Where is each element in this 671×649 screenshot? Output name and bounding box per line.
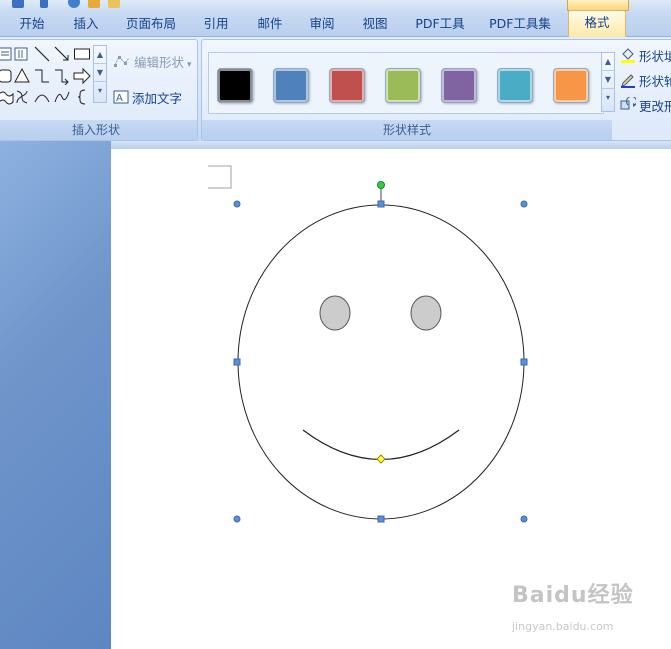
- tab-references[interactable]: 引用: [196, 12, 236, 36]
- print-icon[interactable]: [108, 0, 120, 8]
- ribbon-tabs: 开始 插入 页面布局 引用 邮件 审阅 视图 PDF工具 PDF工具集 格式: [0, 10, 671, 37]
- scroll-up-icon[interactable]: ▲: [94, 46, 106, 64]
- change-shape-button[interactable]: 更改形: [620, 96, 671, 118]
- tab-insert[interactable]: 插入: [66, 12, 106, 36]
- selection-handle-bottom-left[interactable]: [233, 515, 241, 523]
- save-icon[interactable]: [12, 0, 24, 8]
- shape-styles-group-label: 形状样式: [202, 120, 612, 140]
- shapes-gallery-scrollbar[interactable]: ▲ ▼ ▾: [93, 45, 107, 103]
- shape-outline-label: 形状轮: [639, 74, 671, 89]
- left-brace-shape-icon[interactable]: [73, 88, 91, 106]
- folder-icon[interactable]: [88, 0, 100, 8]
- paint-bucket-icon: [620, 47, 636, 68]
- undo-icon[interactable]: [40, 0, 48, 8]
- baidu-watermark: Baidu经验: [512, 583, 634, 608]
- style-gallery-scrollbar[interactable]: ▲ ▼ ▾: [601, 52, 615, 112]
- arc-shape-icon[interactable]: [33, 88, 51, 106]
- tab-pdf-toolset[interactable]: PDF工具集: [484, 12, 556, 36]
- margin-corner-mark: [208, 165, 232, 189]
- rotate-handle[interactable]: [377, 181, 385, 189]
- selection-handle-bottom-right[interactable]: [520, 515, 528, 523]
- change-shape-label: 更改形: [639, 99, 671, 114]
- shape-style-swatch[interactable]: [441, 68, 477, 103]
- shape-style-swatch[interactable]: [497, 68, 533, 103]
- selection-handle-left[interactable]: [233, 358, 241, 366]
- scroll-down-icon[interactable]: ▼: [602, 71, 614, 89]
- rectangle-shape-icon[interactable]: [73, 45, 91, 63]
- selection-handle-bottom[interactable]: [377, 515, 385, 523]
- tab-home[interactable]: 开始: [12, 12, 52, 36]
- pencil-icon: [620, 72, 636, 93]
- elbow-connector-shape-icon[interactable]: [33, 67, 51, 85]
- svg-text:A: A: [116, 93, 123, 104]
- selection-handle-top[interactable]: [377, 200, 385, 208]
- shape-style-swatch[interactable]: [385, 68, 421, 103]
- tab-format[interactable]: 格式: [568, 10, 626, 37]
- selection-handle-top-right[interactable]: [520, 200, 528, 208]
- change-shape-icon: [620, 96, 637, 118]
- adjust-handle[interactable]: [376, 454, 386, 464]
- arrow-line-shape-icon[interactable]: [53, 45, 71, 63]
- tab-mailings[interactable]: 邮件: [250, 12, 290, 36]
- edit-shape-label: 编辑形状: [134, 55, 185, 70]
- redo-icon[interactable]: [68, 0, 80, 8]
- document-background: [0, 141, 111, 649]
- selection-handle-top-left[interactable]: [233, 200, 241, 208]
- selection-handle-right[interactable]: [520, 358, 528, 366]
- right-eye[interactable]: [410, 295, 442, 331]
- insert-shapes-group-label: 插入形状: [0, 120, 197, 140]
- ribbon: ▲ ▼ ▾ 编辑形状 ▾ A 添加文字 插入形状 ▲ ▼ ▾ 形状填 形状轮 更…: [0, 37, 671, 141]
- shape-style-gallery: [208, 52, 604, 114]
- shape-style-swatch[interactable]: [217, 68, 253, 103]
- shape-fill-button[interactable]: 形状填: [620, 47, 671, 65]
- left-eye[interactable]: [319, 295, 351, 331]
- edit-points-icon: [113, 54, 131, 73]
- tab-page-layout[interactable]: 页面布局: [120, 12, 182, 36]
- curved-arrow-shape-icon[interactable]: [13, 88, 31, 106]
- add-text-label: 添加文字: [132, 91, 183, 106]
- gallery-more-icon[interactable]: ▾: [94, 82, 106, 99]
- line-shape-icon[interactable]: [33, 45, 51, 63]
- elbow-arrow-connector-shape-icon[interactable]: [53, 67, 71, 86]
- text-box-icon: A: [113, 90, 129, 109]
- shape-fill-label: 形状填: [639, 49, 671, 64]
- gallery-more-icon[interactable]: ▾: [602, 89, 614, 106]
- dropdown-arrow-icon: ▾: [187, 60, 192, 70]
- add-text-button[interactable]: A 添加文字: [113, 90, 182, 108]
- edit-shape-button[interactable]: 编辑形状 ▾: [113, 54, 192, 72]
- insert-shapes-group: ▲ ▼ ▾ 编辑形状 ▾ A 添加文字 插入形状: [0, 39, 198, 141]
- shape-style-swatch[interactable]: [329, 68, 365, 103]
- vertical-text-box-shape-icon[interactable]: [13, 45, 31, 63]
- shape-outline-button[interactable]: 形状轮: [620, 72, 671, 90]
- triangle-shape-icon[interactable]: [13, 67, 31, 85]
- shape-style-swatch[interactable]: [553, 68, 589, 103]
- shape-style-swatch[interactable]: [273, 68, 309, 103]
- freeform-shape-icon[interactable]: [53, 88, 71, 106]
- tab-review[interactable]: 审阅: [302, 12, 342, 36]
- scroll-down-icon[interactable]: ▼: [94, 64, 106, 82]
- smiley-face-outline[interactable]: [237, 204, 525, 520]
- right-arrow-shape-icon[interactable]: [73, 67, 91, 85]
- shape-styles-group: ▲ ▼ ▾ 形状填 形状轮 更改形 形状样式: [201, 39, 671, 141]
- document-page[interactable]: [111, 149, 671, 649]
- tab-view[interactable]: 视图: [355, 12, 395, 36]
- tab-pdf-tools[interactable]: PDF工具: [410, 12, 470, 36]
- scroll-up-icon[interactable]: ▲: [602, 53, 614, 71]
- drawing-canvas: [208, 165, 528, 523]
- baidu-watermark-url: jingyan.baidu.com: [512, 620, 614, 633]
